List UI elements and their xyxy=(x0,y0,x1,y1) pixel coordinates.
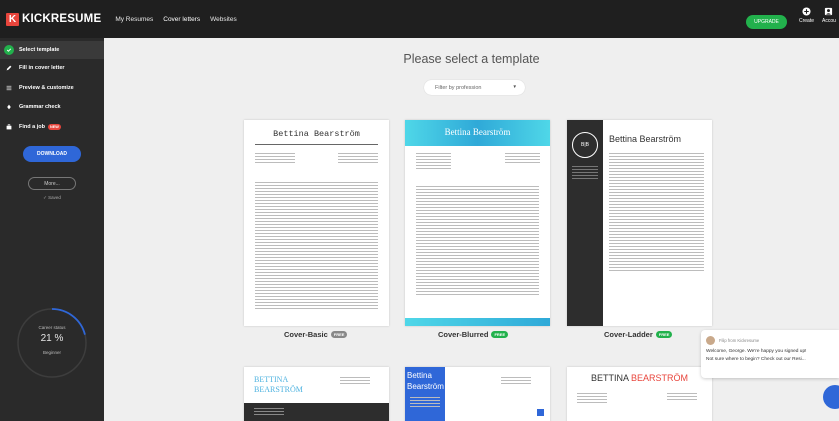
plus-icon xyxy=(537,409,544,416)
template-header-band: Bettina Bearström xyxy=(405,120,550,146)
filter-placeholder: Filter by profession xyxy=(435,84,482,91)
chat-message: Welcome, George. We're happy you signed … xyxy=(706,348,834,364)
template-heading: Bettina Bearström xyxy=(273,129,360,139)
main-nav: My Resumes Cover letters Websites xyxy=(115,16,246,23)
profession-filter[interactable]: Filter by profession ▼ xyxy=(424,80,525,95)
briefcase-icon xyxy=(4,122,14,132)
text-block xyxy=(667,393,697,402)
text-block xyxy=(255,182,378,311)
check-icon xyxy=(4,45,14,55)
text-block xyxy=(338,153,378,165)
template-card-cover-basic[interactable]: Bettina Bearström xyxy=(244,120,389,326)
sidebar-item-find-job[interactable]: Find a job NEW xyxy=(0,118,104,136)
sidebar-item-fill-cover-letter[interactable]: Fill in cover letter xyxy=(0,59,104,77)
account-icon xyxy=(824,7,833,16)
logo[interactable]: K KICKRESUME xyxy=(6,12,102,26)
more-button[interactable]: More... xyxy=(28,177,76,190)
template-dark-band xyxy=(244,403,389,421)
template-name: Cover-Blurred xyxy=(438,330,489,339)
create-button[interactable]: Create xyxy=(799,7,814,24)
text-block xyxy=(577,393,607,405)
text-block xyxy=(416,186,539,297)
template-side-band: Bettina Bearström xyxy=(405,367,445,421)
free-badge: FREE xyxy=(655,331,673,338)
logo-text: KICKRESUME xyxy=(22,13,102,25)
template-side-band: B|B xyxy=(567,120,603,326)
create-label: Create xyxy=(799,18,815,24)
template-card-5[interactable]: Bettina Bearström xyxy=(405,367,550,421)
template-card-4[interactable]: BETTINA BEARSTRÖM xyxy=(244,367,389,421)
template-card-cover-ladder[interactable]: B|B Bettina Bearström xyxy=(567,120,712,326)
nav-cover-letters[interactable]: Cover letters xyxy=(163,16,200,23)
pencil-icon xyxy=(4,63,14,73)
account-label: Accou xyxy=(822,18,836,24)
heading-last: BEARSTRÖM xyxy=(631,373,689,383)
top-bar: K KICKRESUME My Resumes Cover letters We… xyxy=(0,0,839,38)
chat-sender: Filip from Kickresume xyxy=(719,338,760,343)
template-heading: BETTINA BEARSTRÖM xyxy=(254,375,303,394)
account-button[interactable]: Accou xyxy=(822,7,836,24)
sidebar-item-label: Preview & customize xyxy=(19,85,74,91)
monogram: B|B xyxy=(572,132,598,158)
sidebar-item-grammar-check[interactable]: Grammar check xyxy=(0,98,104,116)
template-label-cover-blurred[interactable]: Cover-Blurred FREE xyxy=(438,330,509,339)
sliders-icon xyxy=(4,83,14,93)
sidebar-item-select-template[interactable]: Select template xyxy=(0,41,104,59)
free-badge: FREE xyxy=(491,331,509,338)
text-block xyxy=(505,153,540,165)
spellcheck-icon xyxy=(4,102,14,112)
avatar xyxy=(706,336,715,345)
text-block xyxy=(609,153,704,273)
sidebar-item-preview-customize[interactable]: Preview & customize xyxy=(0,79,104,97)
text-block xyxy=(340,377,370,386)
text-block xyxy=(572,166,598,181)
text-block xyxy=(410,397,440,409)
chat-header: Filip from Kickresume xyxy=(706,336,834,345)
template-name: Cover-Ladder xyxy=(604,330,653,339)
saved-status: ✓ Saved xyxy=(43,195,61,200)
template-card-6[interactable]: BETTINA BEARSTRÖM xyxy=(567,367,712,421)
text-block xyxy=(416,153,451,171)
sidebar-item-label: Select template xyxy=(19,47,60,53)
page-title: Please select a template xyxy=(403,52,540,66)
sidebar-item-label: Find a job xyxy=(19,124,45,130)
career-status-level: Beginner xyxy=(42,350,61,355)
template-footer-band xyxy=(405,318,550,326)
nav-websites[interactable]: Websites xyxy=(210,16,237,23)
free-badge: FREE xyxy=(330,331,348,338)
nav-my-resumes[interactable]: My Resumes xyxy=(115,16,153,23)
text-block xyxy=(501,377,531,386)
template-label-cover-basic[interactable]: Cover-Basic FREE xyxy=(284,330,348,339)
plus-circle-icon xyxy=(802,7,811,16)
template-card-cover-blurred[interactable]: Bettina Bearström xyxy=(405,120,550,326)
sidebar-item-label: Fill in cover letter xyxy=(19,65,65,71)
template-heading: Bettina Bearström xyxy=(407,371,444,391)
download-button[interactable]: DOWNLOAD xyxy=(23,146,81,162)
new-badge: NEW xyxy=(47,124,61,130)
career-status-title: Career status xyxy=(38,325,66,330)
chat-launcher-button[interactable] xyxy=(823,385,839,409)
upgrade-button[interactable]: UPGRADE xyxy=(746,15,787,29)
text-block xyxy=(255,153,295,165)
career-status-percent: 21 % xyxy=(40,333,64,344)
chat-message-line: Not sure where to begin? Check out our R… xyxy=(706,357,806,362)
divider xyxy=(255,144,378,145)
heading-first: BETTINA xyxy=(590,373,631,383)
chat-message-line: Welcome, George. We're happy you signed … xyxy=(706,349,807,354)
template-heading: Bettina Bearström xyxy=(609,134,682,144)
template-label-cover-ladder[interactable]: Cover-Ladder FREE xyxy=(604,330,673,339)
template-heading: Bettina Bearström xyxy=(444,127,511,137)
logo-mark: K xyxy=(6,12,19,26)
template-name: Cover-Basic xyxy=(284,330,328,339)
chat-popup[interactable]: Filip from Kickresume Welcome, George. W… xyxy=(701,330,839,378)
template-heading: BETTINA BEARSTRÖM xyxy=(567,373,712,383)
sidebar-item-label: Grammar check xyxy=(19,104,61,110)
chevron-down-icon: ▼ xyxy=(512,84,517,89)
